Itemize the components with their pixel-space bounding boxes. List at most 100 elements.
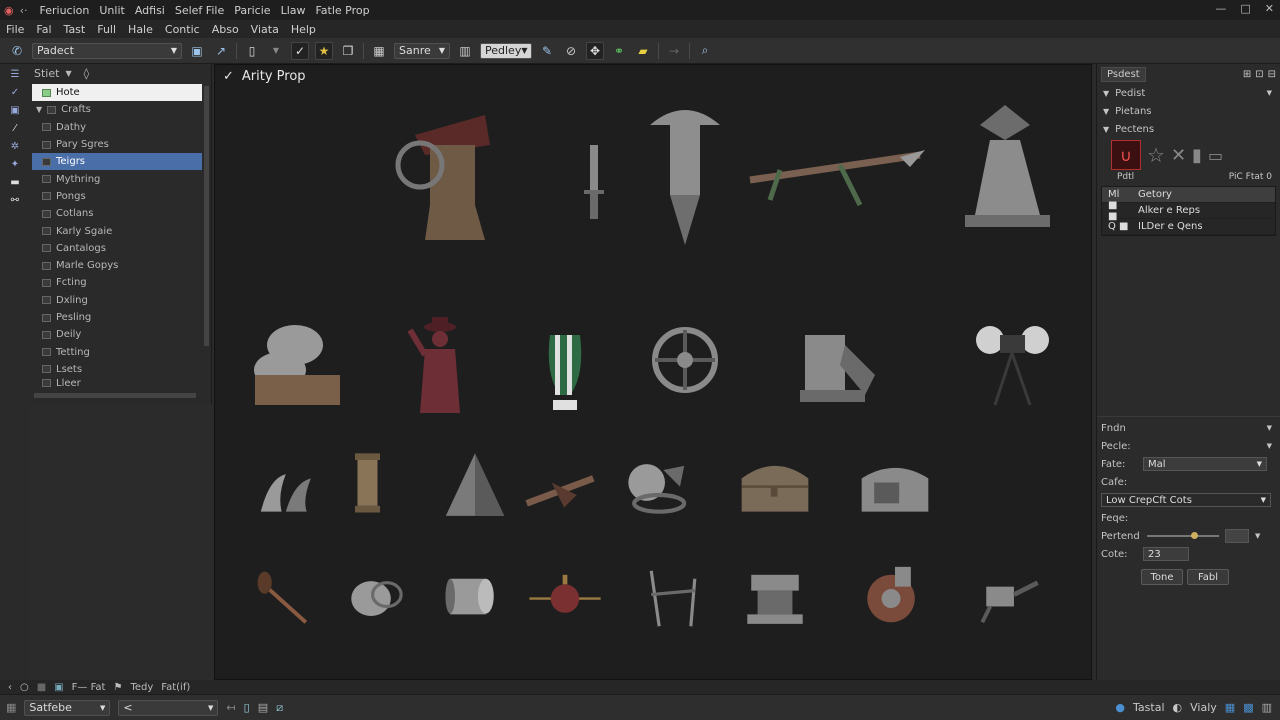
section-header[interactable]: ▼ Pietans — [1097, 102, 1280, 120]
asset-viewport[interactable]: ✓ Arity Prop — [214, 64, 1092, 680]
folder-icon[interactable]: ▬ — [7, 176, 23, 188]
menu-hale[interactable]: Hale — [128, 23, 153, 36]
list-item[interactable]: ▼ Crafts — [32, 101, 202, 118]
close-icon[interactable]: ✕ — [1265, 2, 1274, 15]
grid-icon[interactable]: ▦ — [1225, 701, 1235, 714]
cross-icon[interactable]: ✕ — [1171, 145, 1186, 166]
asset-shrine-gear[interactable] — [390, 85, 500, 260]
check-icon[interactable]: ✓ — [7, 86, 23, 98]
expand-icon[interactable]: ✦ — [7, 158, 23, 170]
chevron-down-icon[interactable]: ▼ — [1255, 532, 1260, 540]
tile-icon[interactable]: ▩ — [1243, 701, 1253, 714]
section-header[interactable]: ▼ Pedist ▼ — [1097, 84, 1280, 102]
square-icon[interactable]: ▣ — [54, 682, 63, 693]
asset-machine-block[interactable] — [785, 305, 885, 425]
list-icon[interactable]: ▥ — [1262, 701, 1272, 714]
star-icon[interactable]: ☆ — [1147, 143, 1165, 167]
list-item[interactable]: Hote — [32, 84, 202, 102]
menu-help[interactable]: Help — [291, 23, 316, 36]
mode-dropdown[interactable]: Pedley ▼ — [480, 42, 532, 59]
asset-mech-arm[interactable] — [960, 555, 1060, 650]
transform-icon[interactable]: ✥ — [586, 41, 604, 60]
undo-icon[interactable]: ↤ — [226, 701, 235, 714]
asset-column[interactable] — [315, 445, 415, 545]
asset-striped-vase[interactable] — [515, 305, 615, 425]
asset-round-ring[interactable] — [325, 555, 425, 650]
list-item[interactable]: Pary Sgres — [32, 136, 202, 153]
list-item[interactable]: Teigrs — [32, 153, 202, 171]
asset-stone-altar[interactable] — [725, 555, 825, 650]
asset-orb-tripod[interactable] — [960, 305, 1060, 425]
fate-dropdown[interactable]: Mal ▼ — [1143, 457, 1267, 471]
link-icon[interactable]: ⚯ — [7, 194, 23, 206]
green-link-icon[interactable]: ⚭ — [610, 42, 628, 60]
flag-icon[interactable]: ⚑ — [113, 682, 122, 693]
list-item[interactable]: Dathy — [32, 119, 202, 136]
asset-spiked-pedestal[interactable] — [945, 85, 1055, 260]
list-icon[interactable]: ☰ — [7, 68, 23, 80]
star-badge-icon[interactable]: ★ — [315, 41, 333, 60]
title-menu-item-2[interactable]: Adfisi — [135, 4, 165, 17]
material-thumbnail-selected[interactable]: ∪ — [1111, 140, 1141, 170]
minimize-icon[interactable]: — — [1215, 2, 1226, 15]
yellow-chat-icon[interactable]: ▰ — [634, 42, 652, 60]
copy-icon[interactable]: ❐ — [339, 42, 357, 60]
menu-viata[interactable]: Viata — [251, 23, 279, 36]
title-menu-item-5[interactable]: Llaw — [281, 4, 306, 17]
tone-button[interactable]: Tone — [1141, 569, 1183, 585]
box-icon[interactable]: ▭ — [1208, 146, 1223, 165]
panel-icon[interactable]: ⊡ — [1255, 69, 1263, 80]
asset-hat-figure[interactable] — [390, 305, 490, 425]
bottom-dropdown-1[interactable]: Satfebe ▼ — [24, 699, 111, 716]
list-item[interactable]: Dxling — [32, 292, 202, 309]
phone-icon[interactable]: ✆ — [8, 42, 26, 60]
arrow-left-icon[interactable]: ‹ — [8, 682, 12, 693]
title-menu-item-0[interactable]: Feriucion — [40, 4, 90, 17]
prop-row[interactable]: Pecle: ▼ — [1097, 437, 1280, 455]
tube-icon[interactable]: ▮ — [1192, 145, 1202, 166]
back-icon[interactable]: ‹· — [20, 4, 28, 17]
square-icon[interactable]: ■ — [37, 682, 46, 693]
asset-drum[interactable] — [420, 555, 520, 650]
section-header[interactable]: ▼ Pectens — [1097, 120, 1280, 138]
table-row[interactable]: ■ ■ Alker e Reps — [1102, 200, 1275, 222]
layers-icon[interactable]: ▦ — [370, 42, 388, 60]
pen-icon[interactable]: ✎ — [538, 42, 556, 60]
asset-pagoda-pillar[interactable] — [625, 85, 735, 260]
menu-tast[interactable]: Tast — [64, 23, 86, 36]
list-item[interactable]: Cotlans — [32, 205, 202, 222]
asset-wood-frame[interactable] — [625, 555, 725, 650]
grid-icon[interactable]: ▥ — [456, 42, 474, 60]
view-dropdown[interactable]: Sanre ▼ — [394, 42, 450, 59]
maximize-icon[interactable]: □ — [1240, 2, 1250, 15]
menu-fal[interactable]: Fal — [36, 23, 51, 36]
cote-input[interactable]: 23 — [1143, 547, 1189, 561]
eye-icon[interactable]: ◐ — [1173, 701, 1183, 714]
project-dropdown[interactable]: Padect ▼ — [32, 42, 182, 59]
outliner-horizontal-scrollbar[interactable] — [34, 393, 196, 398]
chevron-down-icon[interactable]: ▼ — [267, 42, 285, 60]
filter-icon[interactable]: ◊ — [84, 67, 89, 80]
list-item[interactable]: Cantalogs — [32, 240, 202, 257]
slider-track[interactable] — [1147, 532, 1219, 539]
preset-dropdown[interactable]: Low CrepCft Cots ▼ — [1101, 493, 1271, 507]
pointer-icon[interactable]: ↗ — [212, 42, 230, 60]
asset-barrel-box[interactable] — [845, 445, 945, 545]
asset-spindle-ball[interactable] — [515, 555, 615, 650]
list-item[interactable]: Lleer — [32, 378, 202, 388]
outliner-header-label[interactable]: Stiet — [34, 67, 59, 80]
asset-gear-engine[interactable] — [845, 555, 945, 650]
asset-rocket-spear[interactable] — [510, 445, 610, 545]
chevron-down-icon[interactable]: ▼ — [65, 69, 71, 78]
page-icon[interactable]: ▯ — [244, 701, 250, 714]
bottom-dropdown-2[interactable]: < ▼ — [118, 699, 219, 716]
list-item[interactable]: Marle Gopys — [32, 257, 202, 274]
arrow-right-icon[interactable]: → — [665, 42, 683, 60]
tab-properties[interactable]: Psdest — [1101, 66, 1146, 82]
menu-abso[interactable]: Abso — [212, 23, 239, 36]
outliner-vertical-scrollbar[interactable] — [204, 86, 209, 346]
list-item[interactable]: Karly Sgaie — [32, 222, 202, 239]
color-swatch[interactable] — [1225, 529, 1249, 543]
asset-branch-spear[interactable] — [740, 85, 930, 260]
list-item[interactable]: Pongs — [32, 188, 202, 205]
